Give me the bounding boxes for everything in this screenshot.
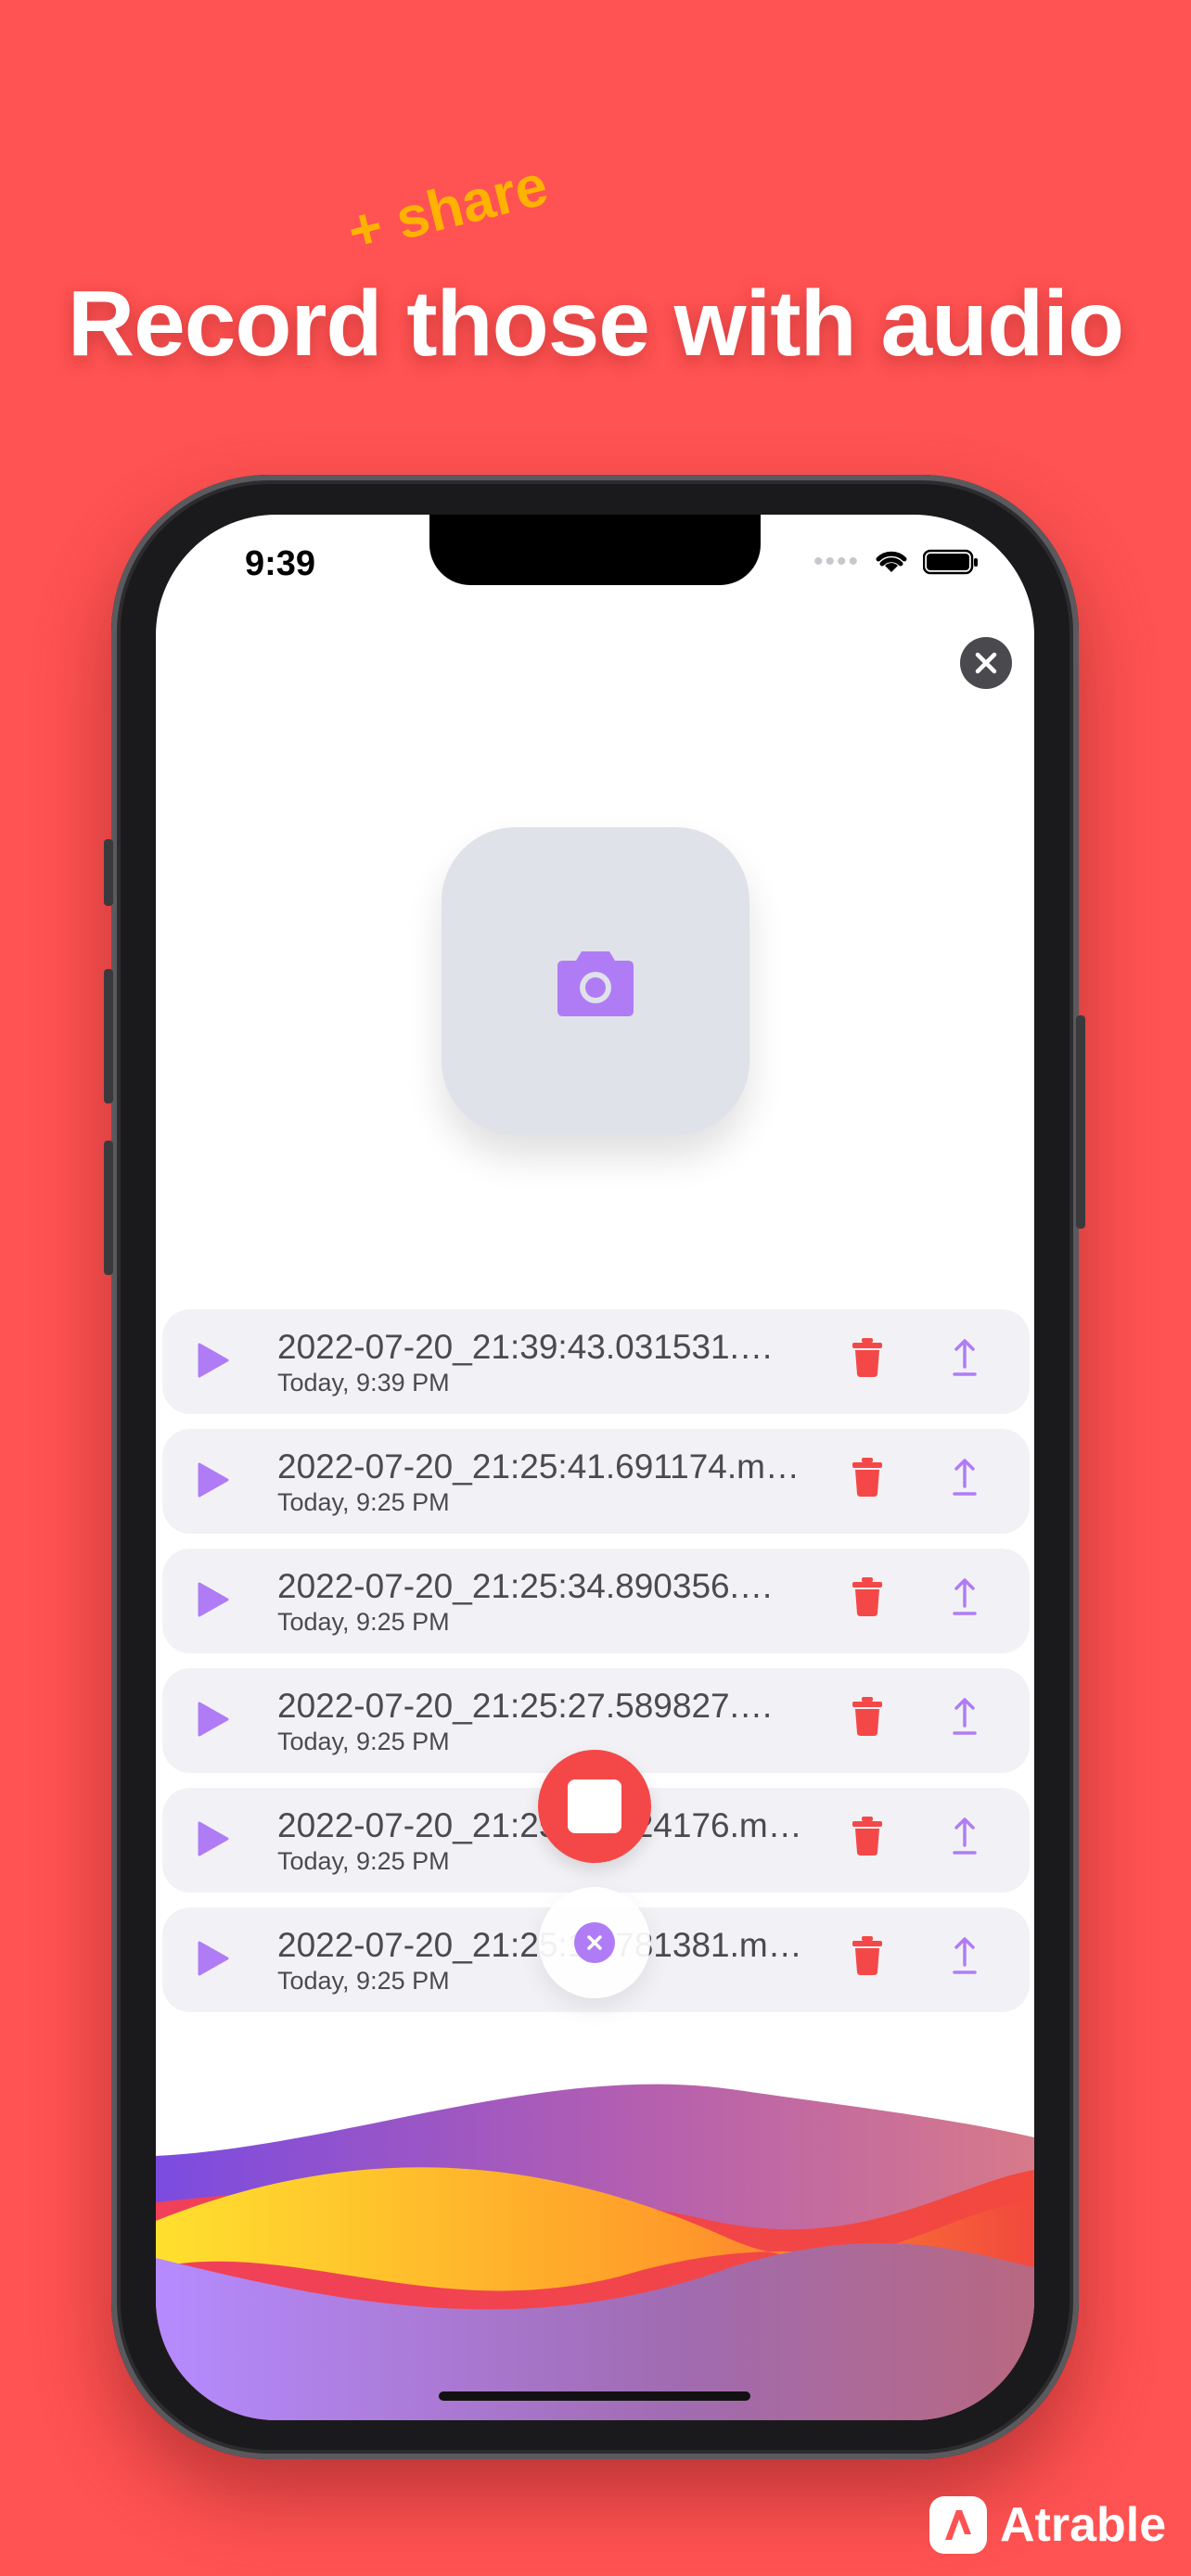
trash-icon[interactable]: [851, 1576, 884, 1617]
recording-name: 2022-07-20_21:39:43.031531.…: [277, 1328, 774, 1366]
wifi-icon: [876, 551, 907, 572]
camera-notch: [429, 515, 761, 585]
cancel-icon: [574, 1922, 615, 1963]
play-icon[interactable]: [198, 1462, 229, 1498]
share-icon[interactable]: [951, 1816, 979, 1856]
signal-dots-icon: ••••: [813, 546, 860, 577]
phone-power-button: [1076, 1015, 1085, 1229]
list-item[interactable]: 2022-07-20_21:25:41.691174.m… Today, 9:2…: [162, 1429, 1030, 1534]
audio-waveform: [156, 2084, 1034, 2420]
add-photo-button[interactable]: [442, 827, 749, 1135]
trash-icon[interactable]: [851, 1337, 884, 1378]
play-icon[interactable]: [198, 1343, 229, 1378]
atrable-logo-icon: [929, 2496, 987, 2554]
status-icons: ••••: [813, 546, 979, 578]
recording-date: Today, 9:25 PM: [277, 1488, 450, 1516]
phone-volume-down: [104, 1141, 113, 1275]
share-tag: + share: [341, 153, 555, 265]
share-icon[interactable]: [951, 1935, 979, 1976]
stop-icon: [568, 1779, 621, 1833]
close-icon: [975, 652, 997, 674]
brand: Atrable: [929, 2496, 1166, 2554]
list-item[interactable]: 2022-07-20_21:25:34.890356.… Today, 9:25…: [162, 1549, 1030, 1653]
recording-name: 2022-07-20_21:25:34.890356.…: [277, 1567, 774, 1605]
trash-icon[interactable]: [851, 1935, 884, 1976]
recording-date: Today, 9:25 PM: [277, 1728, 450, 1755]
recording-date: Today, 9:25 PM: [277, 1847, 450, 1875]
share-icon[interactable]: [951, 1576, 979, 1617]
status-time: 9:39: [245, 544, 316, 583]
recording-date: Today, 9:39 PM: [277, 1369, 450, 1396]
play-icon[interactable]: [198, 1821, 229, 1856]
cancel-recording-button[interactable]: [539, 1887, 650, 1998]
recording-date: Today, 9:25 PM: [277, 1967, 450, 1995]
trash-icon[interactable]: [851, 1457, 884, 1498]
camera-icon: [557, 951, 634, 1016]
close-button[interactable]: [960, 637, 1012, 689]
stop-recording-button[interactable]: [538, 1750, 651, 1863]
recording-name: 2022-07-20_21:25:41.691174.m…: [277, 1447, 800, 1486]
share-icon[interactable]: [951, 1457, 979, 1498]
list-item[interactable]: 2022-07-20_21:39:43.031531.… Today, 9:39…: [162, 1309, 1030, 1414]
brand-name: Atrable: [1000, 2498, 1167, 2552]
phone-side-button: [104, 839, 113, 906]
recording-date: Today, 9:25 PM: [277, 1608, 450, 1636]
recording-name: 2022-07-20_21:25:27.589827.…: [277, 1687, 774, 1725]
play-icon[interactable]: [198, 1582, 229, 1617]
play-icon[interactable]: [198, 1941, 229, 1976]
app-screen: 9:39 •••• 2022-07-20_21:39:43.031531.… T…: [156, 515, 1034, 2420]
share-icon[interactable]: [951, 1337, 979, 1378]
share-icon[interactable]: [951, 1696, 979, 1737]
battery-icon: [923, 549, 978, 575]
headline: Record those with audio: [67, 272, 1124, 376]
phone-volume-up: [104, 969, 113, 1103]
play-icon[interactable]: [198, 1702, 229, 1737]
trash-icon[interactable]: [851, 1696, 884, 1737]
home-indicator: [439, 2391, 750, 2401]
trash-icon[interactable]: [851, 1816, 884, 1856]
